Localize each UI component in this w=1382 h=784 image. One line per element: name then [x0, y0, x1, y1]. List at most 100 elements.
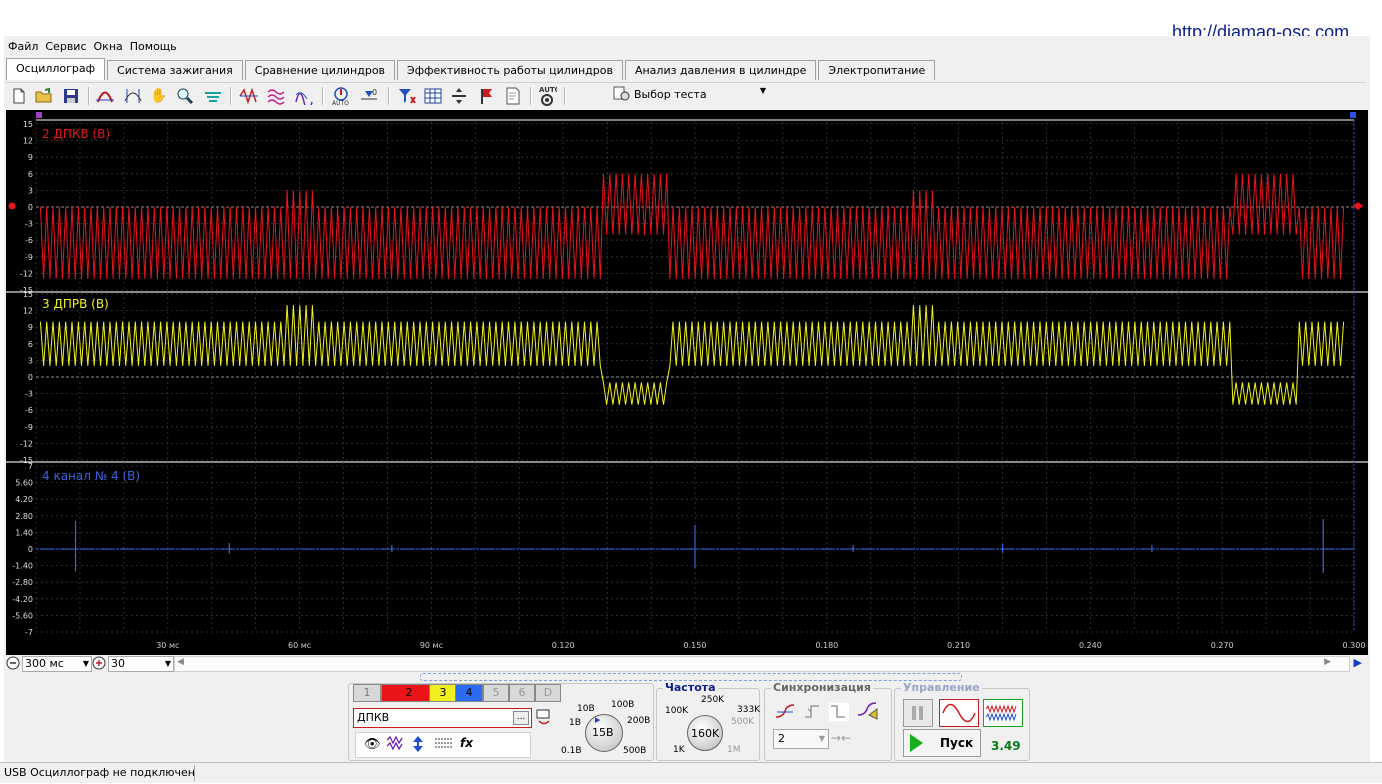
line-style-icon[interactable] [434, 737, 454, 754]
knob-pointer-icon: ▶ [595, 716, 601, 724]
channel-d-button[interactable]: D [535, 684, 561, 702]
invert-icon[interactable] [410, 735, 426, 756]
report-icon[interactable] [502, 85, 524, 107]
channel-tools: 👁 fx [355, 732, 531, 758]
marker-left-icon [36, 112, 42, 118]
menu-windows[interactable]: Окна [90, 38, 126, 56]
save-icon[interactable] [60, 85, 82, 107]
overlay-icon[interactable] [266, 85, 288, 107]
y-tick-label: 0 [28, 373, 33, 382]
test-select-label: Выбор теста [634, 87, 707, 101]
sync-front-icon[interactable] [803, 703, 823, 724]
channel-4-button[interactable]: 4 [455, 684, 483, 702]
zoom-out-icon[interactable] [6, 656, 20, 670]
open-folder-icon[interactable] [33, 85, 55, 107]
points-select[interactable]: 30 ▼ [108, 656, 174, 672]
sweep-icon[interactable] [294, 85, 316, 107]
noise-filter-icon[interactable] [386, 735, 404, 756]
split-icon[interactable] [448, 85, 470, 107]
y-tick-label: -3 [25, 220, 33, 229]
y-tick-label: 1.40 [15, 528, 33, 537]
overview-slider[interactable] [420, 673, 962, 681]
tab-cylinder-efficiency[interactable]: Эффективность работы цилиндров [397, 60, 623, 80]
channel-6-button[interactable]: 6 [509, 684, 535, 702]
sync-fall-icon[interactable] [829, 703, 849, 724]
y-tick-label: 7 [28, 462, 33, 471]
time-tick-label: 0.210 [947, 641, 970, 650]
start-button[interactable]: Пуск [903, 729, 981, 757]
zoom-icon[interactable] [174, 85, 196, 107]
tab-oscilloscope[interactable]: Осциллограф [6, 58, 106, 80]
volt-label-01: 0.1В [561, 746, 582, 756]
cursor-measure-icon[interactable] [94, 85, 116, 107]
channel-5-button[interactable]: 5 [483, 684, 509, 702]
horizontal-scrollbar[interactable]: ◀ ▶ [174, 656, 1350, 672]
tab-cylinder-pressure[interactable]: Анализ давления в цилиндре [624, 60, 817, 80]
continuous-mode-button[interactable] [983, 699, 1023, 727]
browse-button[interactable]: ... [513, 711, 529, 725]
pause-button[interactable] [903, 699, 933, 727]
zoom-in-icon[interactable] [92, 656, 106, 670]
channel-4-trace [36, 519, 1354, 573]
frequency-value: 160K [691, 727, 720, 740]
flag-icon[interactable] [476, 85, 498, 107]
freq-label-250k: 250K [701, 695, 725, 705]
channel-2-trace [39, 173, 1345, 279]
freq-label-333k: 333K [737, 705, 761, 715]
eye-icon[interactable]: 👁 [364, 737, 381, 752]
probe-config-icon[interactable] [535, 708, 553, 726]
sensor-name-input[interactable]: ДПКВ ... [353, 708, 532, 728]
svg-text:AUTO: AUTO [539, 86, 557, 94]
single-mode-button[interactable] [939, 699, 979, 727]
menu-help[interactable]: Помощь [126, 38, 180, 56]
auto-sync-icon[interactable]: AUTO [330, 85, 352, 107]
new-file-icon[interactable] [8, 85, 30, 107]
chevron-down-icon: ▼ [82, 659, 89, 668]
auto-test-icon[interactable]: AUTO [536, 85, 558, 107]
tab-bar: Осциллограф Система зажигания Сравнение … [6, 58, 937, 80]
time-tick-label: 0.180 [815, 641, 838, 650]
control-panel: Управление Пуск 3.49 [894, 681, 1030, 761]
time-tick-label: 60 мс [288, 641, 311, 650]
sync-channel-select[interactable]: 2 ▼ [773, 729, 829, 749]
tab-ignition-system[interactable]: Система зажигания [107, 60, 243, 80]
time-tick-label: 30 мс [156, 641, 179, 650]
tab-power-supply[interactable]: Электропитание [818, 60, 936, 80]
y-tick-label: 9 [28, 153, 33, 162]
hand-pan-icon[interactable]: ✋ [148, 85, 170, 107]
scroll-left-icon[interactable]: ◀ [177, 657, 184, 667]
menu-file[interactable]: Файл [4, 38, 41, 56]
play-right-icon[interactable]: ▶ [1354, 656, 1362, 669]
table-icon[interactable] [422, 85, 444, 107]
channel-filter-icon[interactable] [396, 85, 418, 107]
channel-label: 4 канал № 4 (В) [42, 469, 140, 483]
svg-text:0: 0 [372, 88, 377, 97]
cursor-vertical-icon[interactable] [122, 85, 144, 107]
channel-label: 2 ДПКВ (В) [42, 127, 110, 141]
y-tick-label: -12 [20, 439, 33, 448]
voltage-knob[interactable]: 10В 100В 1В 200В 0.1В 500В 15В ▶ [561, 700, 655, 760]
zero-level-icon[interactable]: 0 [358, 85, 380, 107]
function-icon[interactable]: fx [460, 736, 473, 750]
timebase-select[interactable]: 300 мс ▼ [22, 656, 92, 672]
y-tick-label: 15 [23, 290, 33, 299]
points-value: 30 [111, 657, 125, 670]
test-select-dropdown[interactable]: Выбор теста ▼ [612, 84, 770, 104]
sync-rising-edge-icon[interactable] [775, 703, 795, 724]
spectrum-icon[interactable] [238, 85, 260, 107]
sync-auto-icon[interactable] [857, 701, 879, 724]
sync-shift-icon[interactable]: →← [831, 731, 851, 745]
menu-service[interactable]: Сервис [41, 38, 89, 56]
scroll-right-icon[interactable]: ▶ [1324, 657, 1331, 667]
time-tick-label: 0.300 [1343, 641, 1366, 650]
marker-right-icon [1350, 112, 1356, 118]
tab-cylinder-comparison[interactable]: Сравнение цилиндров [244, 60, 396, 80]
control-title: Управление [901, 681, 982, 694]
oscilloscope-display[interactable]: 15 12 9 6 3 0 -3 -6 -9 -12 -15 2 ДПКВ (В) 15 12 9 6 3 0 -3… [6, 110, 1368, 655]
channel-1-button[interactable]: 1 [353, 684, 381, 702]
signal-filter-icon[interactable] [202, 85, 224, 107]
freq-label-1k: 1K [673, 745, 685, 755]
channel-panel: 1 2 3 4 5 6 D ДПКВ ... 👁 fx 10В 100В 1В … [348, 683, 654, 761]
channel-3-trace [39, 305, 1345, 405]
channel-3-button[interactable]: 3 [429, 684, 457, 702]
